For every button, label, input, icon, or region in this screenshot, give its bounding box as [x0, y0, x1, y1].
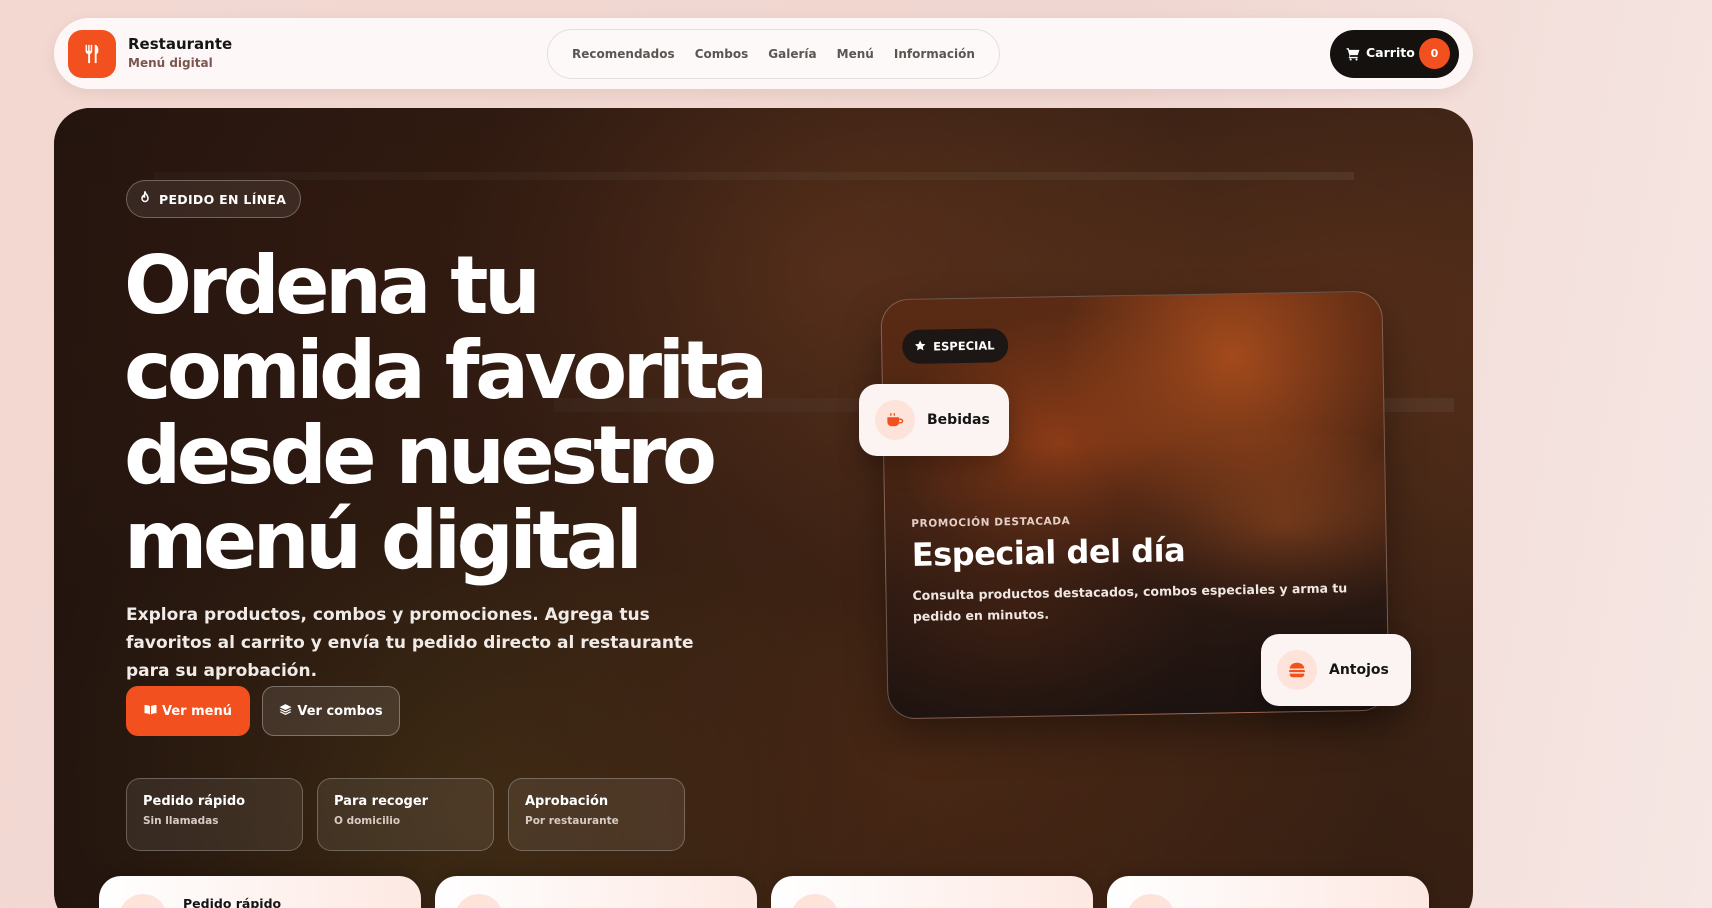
step-icon	[1127, 894, 1175, 908]
utensils-icon[interactable]	[68, 30, 116, 78]
view-combos-label: Ver combos	[297, 703, 383, 719]
feature-card-approval: Aprobación Por restaurante	[508, 778, 685, 851]
step-card: Pedido rápido	[99, 876, 421, 908]
special-badge: ESPECIAL	[901, 328, 1009, 365]
cart-icon	[1346, 46, 1360, 65]
brand-name: Restaurante	[128, 35, 233, 53]
feature-subtitle: Por restaurante	[525, 815, 619, 827]
main-nav: Recomendados Combos Galería Menú Informa…	[547, 29, 1000, 79]
cart-count-badge: 0	[1419, 38, 1450, 69]
feature-card-quick-order: Pedido rápido Sin llamadas	[126, 778, 303, 851]
step-icon	[791, 894, 839, 908]
online-order-badge-label: PEDIDO EN LÍNEA	[159, 191, 287, 207]
book-icon	[144, 704, 157, 719]
step-title: Pedido rápido	[183, 896, 282, 908]
coffee-icon	[875, 400, 915, 440]
feature-card-pickup: Para recoger O domicilio	[317, 778, 494, 851]
step-icon	[455, 894, 503, 908]
view-combos-button[interactable]: Ver combos	[262, 686, 400, 736]
feature-subtitle: O domicilio	[334, 815, 401, 827]
nav-item-galeria[interactable]: Galería	[768, 47, 816, 61]
nav-item-menu[interactable]: Menú	[837, 47, 874, 61]
chip-label: Antojos	[1329, 662, 1389, 678]
star-icon	[914, 339, 926, 354]
category-chip-bebidas[interactable]: Bebidas	[859, 384, 1009, 456]
view-menu-button[interactable]: Ver menú	[126, 686, 250, 736]
fire-icon	[139, 189, 151, 207]
chip-label: Bebidas	[927, 412, 990, 428]
top-header: Restaurante Menú digital Recomendados Co…	[54, 18, 1473, 89]
promo-description: Consulta productos destacados, combos es…	[912, 580, 1348, 624]
feature-title: Aprobación	[525, 794, 609, 809]
online-order-badge: PEDIDO EN LÍNEA	[126, 180, 302, 218]
layers-icon	[279, 703, 292, 720]
special-badge-label: ESPECIAL	[933, 338, 995, 354]
burger-icon	[1277, 650, 1317, 690]
step-card	[1107, 876, 1429, 908]
feature-title: Pedido rápido	[143, 794, 246, 809]
nav-item-informacion[interactable]: Información	[894, 47, 975, 61]
nav-item-recomendados[interactable]: Recomendados	[572, 47, 675, 61]
feature-subtitle: Sin llamadas	[143, 815, 219, 827]
category-chip-antojos[interactable]: Antojos	[1261, 634, 1411, 706]
promo-title: Especial del día	[911, 531, 1186, 574]
step-card	[435, 876, 757, 908]
page: Restaurante Menú digital Recomendados Co…	[0, 0, 1712, 908]
hero-description: Explora productos, combos y promociones.…	[126, 605, 694, 681]
brand-subtitle: Menú digital	[128, 56, 213, 70]
feature-title: Para recoger	[334, 794, 429, 809]
cart-button[interactable]: Carrito 0	[1330, 30, 1459, 78]
cart-label: Carrito	[1366, 45, 1415, 60]
view-menu-label: Ver menú	[162, 703, 232, 719]
step-card	[771, 876, 1093, 908]
hero-title: Ordena tu comida favorita desde nuestro …	[124, 239, 768, 587]
nav-item-combos[interactable]: Combos	[695, 47, 749, 61]
step-icon	[119, 894, 167, 908]
